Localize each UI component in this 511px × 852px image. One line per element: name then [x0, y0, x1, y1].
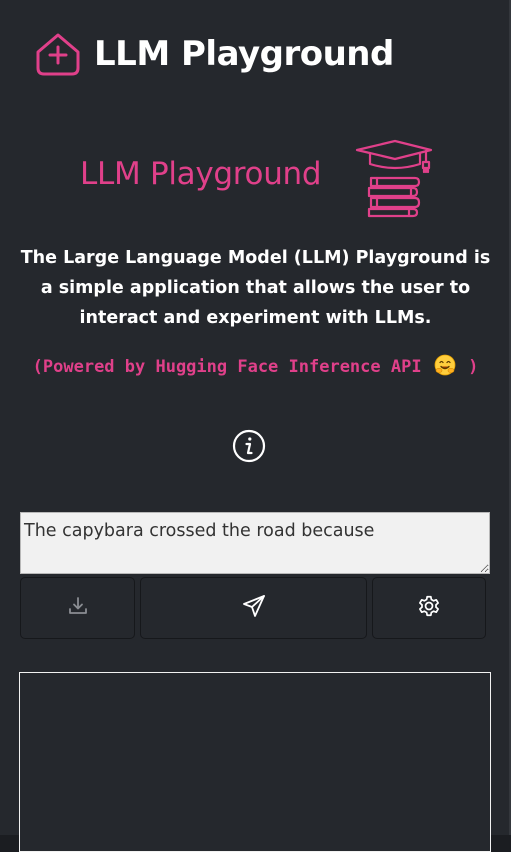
hero-title: LLM Playground: [80, 156, 322, 192]
powered-by-close-paren: ): [468, 357, 479, 377]
graduation-cap-books-icon: [353, 138, 435, 218]
download-button[interactable]: [20, 577, 135, 639]
home-plus-icon: [34, 30, 82, 78]
send-button[interactable]: [140, 577, 367, 639]
powered-by-text: (Powered by Hugging Face Inference API: [32, 357, 422, 377]
prompt-input[interactable]: The capybara crossed the road because: [20, 512, 490, 574]
response-output: [19, 672, 491, 852]
info-button[interactable]: [232, 429, 266, 463]
powered-by-note: (Powered by Hugging Face Inference API ): [0, 354, 511, 377]
app-description: The Large Language Model (LLM) Playgroun…: [20, 248, 491, 328]
main-panel: LLM Playground LLM Playground The Large …: [0, 0, 511, 852]
hugging-face-emoji-icon: [434, 354, 456, 376]
hero-banner: LLM Playground: [0, 138, 509, 220]
app-title: LLM Playground: [94, 34, 394, 74]
info-icon: [232, 429, 266, 467]
download-icon: [67, 595, 89, 622]
gear-icon: [416, 593, 442, 624]
settings-button[interactable]: [372, 577, 486, 639]
app-header: LLM Playground: [34, 30, 394, 78]
send-icon: [241, 593, 267, 624]
